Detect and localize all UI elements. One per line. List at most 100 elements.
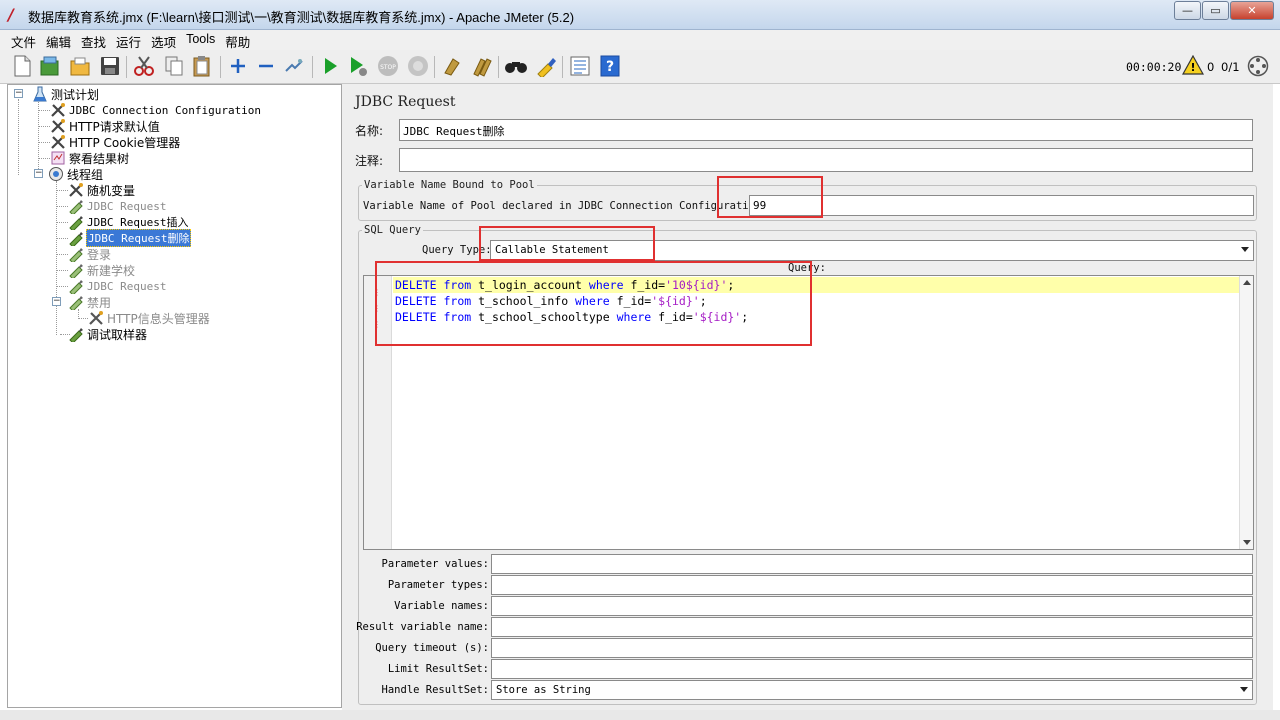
menu-bar: 文件 编辑 查找 运行 选项 Tools 帮助 <box>0 30 1280 50</box>
tree-node-jdbc-request-2[interactable]: JDBC Request <box>68 278 167 294</box>
function-helper-icon[interactable] <box>568 54 592 78</box>
open-icon[interactable] <box>68 54 92 78</box>
handle-resultset-label: Handle ResultSet: <box>381 684 489 696</box>
svg-text:?: ? <box>606 59 614 75</box>
new-icon[interactable] <box>10 54 34 78</box>
test-plan-tree[interactable]: − − − 测试计划 JDBC Connection Configuration… <box>7 84 342 708</box>
panel-title: JDBC Request <box>355 94 456 110</box>
annotation-box-pool <box>717 176 823 218</box>
config-icon <box>88 310 104 326</box>
menu-help[interactable]: 帮助 <box>220 30 255 50</box>
parameter-values-field[interactable] <box>491 554 1253 574</box>
pool-name-field[interactable]: 99 <box>749 195 1254 216</box>
cut-icon[interactable] <box>132 54 156 78</box>
tree-node-test-plan[interactable]: 测试计划 <box>32 86 100 102</box>
copy-icon[interactable] <box>162 54 186 78</box>
limit-resultset-label: Limit ResultSet: <box>387 663 489 675</box>
config-icon <box>50 134 66 150</box>
sampler-icon <box>68 198 84 214</box>
tree-node-http-defaults[interactable]: HTTP请求默认值 <box>50 118 161 134</box>
tree-node-jdbc-request-delete[interactable]: JDBC Request删除 <box>68 229 192 247</box>
expand-all-icon[interactable] <box>226 54 250 78</box>
window-title: 数据库教育系统.jmx (F:\learn\接口测试\一\教育测试\数据库教育系… <box>28 10 575 25</box>
menu-edit[interactable]: 编辑 <box>41 30 76 50</box>
stop-icon[interactable]: STOP <box>376 54 400 78</box>
tree-node-cookie-manager[interactable]: HTTP Cookie管理器 <box>50 134 181 150</box>
panel-splitter[interactable] <box>342 84 349 712</box>
editor-scrollbar[interactable] <box>1239 276 1253 549</box>
sampler-icon <box>68 326 84 342</box>
tree-node-jdbc-request-1[interactable]: JDBC Request <box>68 198 167 214</box>
tree-node-login[interactable]: 登录 <box>68 246 112 262</box>
sampler-icon <box>68 230 84 246</box>
sampler-icon <box>68 278 84 294</box>
annotation-box-query-type <box>479 226 655 261</box>
maximize-button[interactable]: ▭ <box>1202 1 1229 20</box>
parameter-values-label: Parameter values: <box>381 558 489 570</box>
reset-search-icon[interactable] <box>534 54 558 78</box>
parameter-types-field[interactable] <box>491 575 1253 595</box>
start-icon[interactable] <box>318 54 342 78</box>
chevron-down-icon <box>1241 247 1249 252</box>
active-threads: 0/1 <box>1221 60 1240 74</box>
config-icon <box>68 182 84 198</box>
menu-file[interactable]: 文件 <box>6 30 41 50</box>
expander-thread-group[interactable]: − <box>34 169 43 178</box>
minimize-button[interactable]: — <box>1174 1 1201 20</box>
comment-field[interactable] <box>399 148 1253 172</box>
sampler-icon <box>68 246 84 262</box>
paste-icon[interactable] <box>190 54 214 78</box>
expander-disabled[interactable]: − <box>52 297 61 306</box>
error-count: 0 <box>1207 60 1215 74</box>
svg-text:STOP: STOP <box>380 64 396 71</box>
result-variable-name-label: Result variable name: <box>356 621 489 633</box>
clear-icon[interactable] <box>440 54 464 78</box>
tree-node-thread-group[interactable]: 线程组 <box>48 166 104 182</box>
close-button[interactable]: ✕ <box>1230 1 1274 20</box>
annotation-box-sql <box>375 261 812 346</box>
scroll-up-icon[interactable] <box>1243 280 1251 285</box>
tree-node-random-variable[interactable]: 随机变量 <box>68 182 136 198</box>
scroll-down-icon[interactable] <box>1243 540 1251 545</box>
handle-resultset-select[interactable]: Store as String <box>491 680 1253 700</box>
help-icon[interactable]: ? <box>598 54 622 78</box>
save-icon[interactable] <box>98 54 122 78</box>
tree-node-jdbc-request-insert[interactable]: JDBC Request插入 <box>68 214 189 230</box>
tree-node-header-manager[interactable]: HTTP信息头管理器 <box>88 310 211 326</box>
variable-names-field[interactable] <box>491 596 1253 616</box>
pool-label: Variable Name of Pool declared in JDBC C… <box>363 200 768 212</box>
toggle-icon[interactable] <box>282 54 306 78</box>
tree-node-disabled-group[interactable]: 禁用 <box>68 294 112 310</box>
result-variable-name-field[interactable] <box>491 617 1253 637</box>
name-label: 名称: <box>355 124 384 138</box>
menu-search[interactable]: 查找 <box>76 30 111 50</box>
elapsed-timer: 00:00:20 <box>1126 60 1182 74</box>
sampler-icon <box>68 214 84 230</box>
tree-node-new-school[interactable]: 新建学校 <box>68 262 136 278</box>
menu-run[interactable]: 运行 <box>111 30 146 50</box>
search-icon[interactable] <box>504 54 528 78</box>
variable-names-label: Variable names: <box>394 600 489 612</box>
tree-node-view-results[interactable]: 察看结果树 <box>50 150 130 166</box>
clear-all-icon[interactable] <box>470 54 494 78</box>
parameters-section: Parameter values: Parameter types: Varia… <box>349 554 1273 704</box>
query-timeout-label: Query timeout (s): <box>375 642 489 654</box>
warning-icon[interactable]: ! <box>1181 54 1205 78</box>
collapse-all-icon[interactable] <box>254 54 278 78</box>
menu-tools[interactable]: Tools <box>181 30 220 50</box>
parameter-types-label: Parameter types: <box>387 579 489 591</box>
expander-test-plan[interactable]: − <box>14 89 23 98</box>
limit-resultset-field[interactable] <box>491 659 1253 679</box>
name-field[interactable]: JDBC Request删除 <box>399 119 1253 141</box>
thread-group-icon <box>48 166 64 182</box>
menu-options[interactable]: 选项 <box>146 30 181 50</box>
sampler-icon <box>68 262 84 278</box>
templates-icon[interactable] <box>38 54 62 78</box>
shutdown-icon[interactable] <box>406 54 430 78</box>
tree-node-jdbc-config[interactable]: JDBC Connection Configuration <box>50 102 262 118</box>
remote-status-icon <box>1247 55 1269 80</box>
query-timeout-field[interactable] <box>491 638 1253 658</box>
start-no-pauses-icon[interactable] <box>346 54 370 78</box>
tree-node-debug-sampler[interactable]: 调试取样器 <box>68 326 148 342</box>
jdbc-request-panel: JDBC Request 名称: JDBC Request删除 注释: Vari… <box>349 84 1273 710</box>
